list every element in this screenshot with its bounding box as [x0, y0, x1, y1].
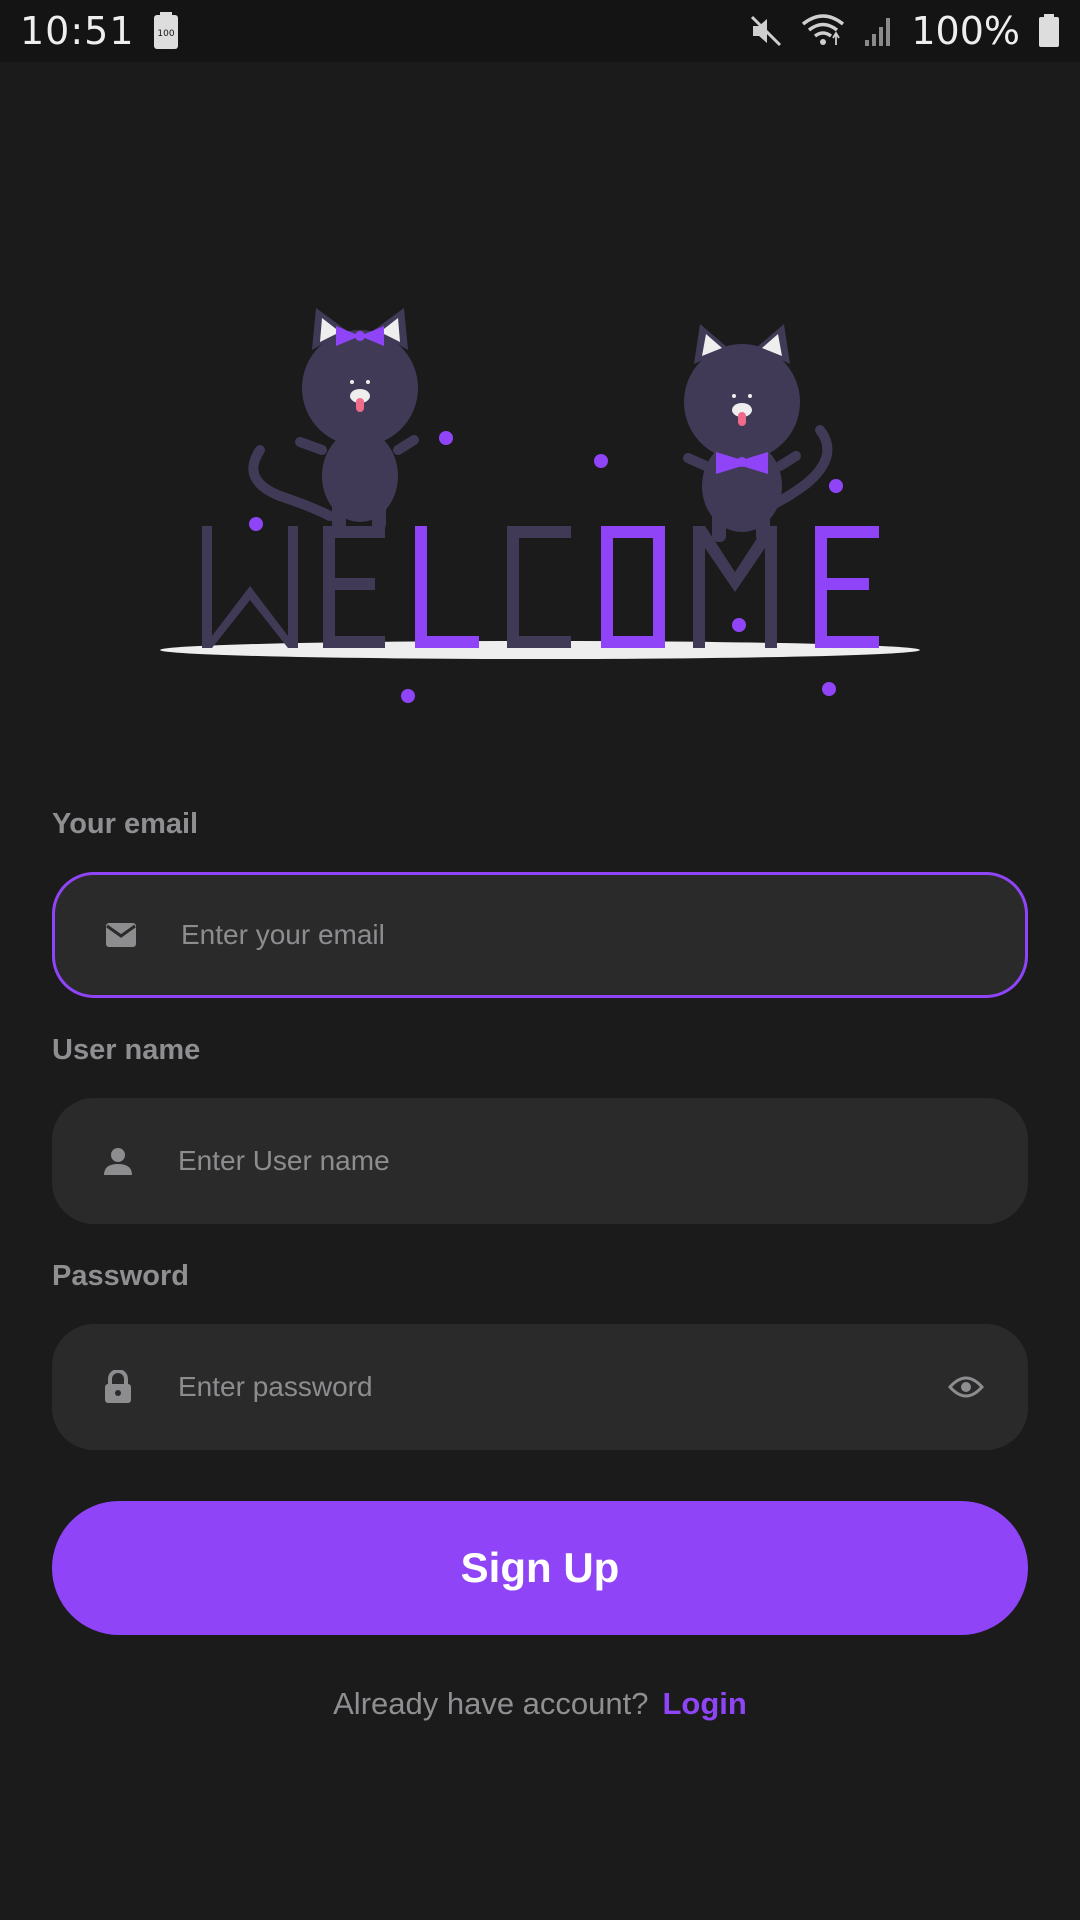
status-bar-left: 10:51 100: [20, 9, 179, 53]
status-bar-right: 100%: [749, 9, 1060, 53]
password-field[interactable]: [52, 1324, 1028, 1450]
person-icon: [98, 1141, 138, 1181]
welcome-illustration: [140, 290, 940, 730]
login-prompt: Already have account?: [333, 1686, 649, 1721]
battery-percent: 100%: [911, 9, 1020, 53]
cat-left-illustration: [248, 308, 419, 530]
username-input[interactable]: [178, 1098, 928, 1224]
email-field[interactable]: [52, 872, 1028, 998]
username-label: User name: [52, 1034, 201, 1066]
signal-icon: [863, 14, 893, 48]
status-bar: 10:51 100 100%: [0, 0, 1080, 62]
signup-button[interactable]: Sign Up: [52, 1501, 1028, 1635]
welcome-lettering: [202, 526, 879, 648]
wifi-icon: [801, 14, 845, 48]
email-input[interactable]: [181, 875, 925, 995]
battery-badge-text: 100: [157, 29, 174, 39]
eye-icon[interactable]: [944, 1365, 988, 1409]
email-label: Your email: [52, 808, 199, 840]
battery-icon: [1038, 14, 1060, 48]
login-link[interactable]: Login: [663, 1686, 747, 1721]
password-input[interactable]: [178, 1324, 928, 1450]
login-row: Already have account? Login: [0, 1686, 1080, 1722]
password-label: Password: [52, 1260, 189, 1292]
mail-icon: [101, 915, 141, 955]
lock-icon: [98, 1367, 138, 1407]
mute-icon: [749, 14, 783, 48]
battery-saver-icon: 100: [153, 12, 179, 50]
username-field[interactable]: [52, 1098, 1028, 1224]
status-time: 10:51: [20, 9, 135, 53]
cat-right-illustration: [683, 324, 833, 542]
